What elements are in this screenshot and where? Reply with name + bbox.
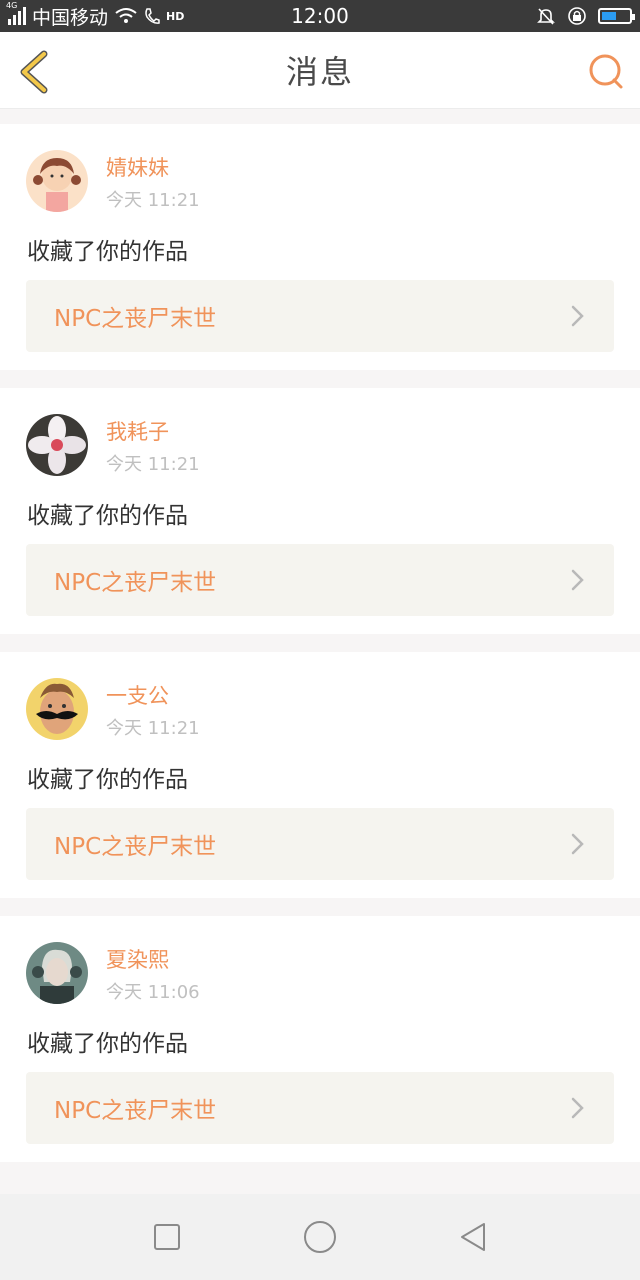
status-bar: 4G 中国移动 HD 12:00 xyxy=(0,0,640,32)
work-link[interactable]: NPC之丧尸末世 xyxy=(26,1072,614,1144)
action-text: 收藏了你的作品 xyxy=(27,767,188,793)
username[interactable]: 婧妹妹 xyxy=(106,152,169,182)
work-title: NPC之丧尸末世 xyxy=(54,306,217,332)
timestamp: 今天 11:21 xyxy=(106,190,200,211)
hd-label: HD xyxy=(166,9,185,23)
system-nav-bar xyxy=(0,1194,640,1280)
username[interactable]: 一支公 xyxy=(106,680,169,710)
search-icon[interactable] xyxy=(586,52,626,92)
message-card: 我耗子 今天 11:21 收藏了你的作品 NPC之丧尸末世 xyxy=(0,388,640,634)
chevron-right-icon xyxy=(571,833,584,855)
work-link[interactable]: NPC之丧尸末世 xyxy=(26,808,614,880)
back-button[interactable] xyxy=(453,1217,493,1257)
work-title: NPC之丧尸末世 xyxy=(54,570,217,596)
username[interactable]: 夏染熙 xyxy=(106,944,169,974)
work-link[interactable]: NPC之丧尸末世 xyxy=(26,280,614,352)
status-right xyxy=(372,5,635,27)
action-text: 收藏了你的作品 xyxy=(27,239,188,265)
page-title: 消息 xyxy=(285,53,354,91)
status-left: 4G 中国移动 HD xyxy=(6,1,268,30)
chevron-right-icon xyxy=(571,1097,584,1119)
username[interactable]: 我耗子 xyxy=(106,416,169,446)
status-time: 12:00 xyxy=(291,4,349,28)
network-tag: 4G xyxy=(6,1,18,10)
signal-icon: 4G xyxy=(6,1,26,25)
recent-apps-button[interactable] xyxy=(147,1217,187,1257)
avatar[interactable] xyxy=(26,150,88,212)
triangle-back-icon xyxy=(461,1223,486,1251)
silent-bell-icon xyxy=(537,8,555,25)
battery-icon xyxy=(598,8,635,24)
chevron-right-icon xyxy=(571,305,584,327)
chevron-left-icon[interactable] xyxy=(14,50,54,94)
carrier-label: 中国移动 xyxy=(32,6,109,29)
work-title: NPC之丧尸末世 xyxy=(54,834,217,860)
home-button[interactable] xyxy=(300,1217,340,1257)
message-card: 夏染熙 今天 11:06 收藏了你的作品 NPC之丧尸末世 xyxy=(0,916,640,1162)
avatar[interactable] xyxy=(26,942,88,1004)
message-card: 一支公 今天 11:21 收藏了你的作品 NPC之丧尸末世 xyxy=(0,652,640,898)
avatar[interactable] xyxy=(26,678,88,740)
square-icon xyxy=(153,1224,180,1250)
avatar[interactable] xyxy=(26,414,88,476)
rotation-lock-icon xyxy=(568,7,586,25)
work-title: NPC之丧尸末世 xyxy=(54,1098,217,1124)
message-card: 婧妹妹 今天 11:21 收藏了你的作品 NPC之丧尸末世 xyxy=(0,124,640,370)
app-header: 消息 xyxy=(0,32,640,109)
timestamp: 今天 11:21 xyxy=(106,454,200,475)
wifi-icon xyxy=(115,8,137,23)
timestamp: 今天 11:21 xyxy=(106,718,200,739)
call-icon xyxy=(145,8,160,24)
battery-fill xyxy=(602,12,617,20)
timestamp: 今天 11:06 xyxy=(106,982,200,1003)
message-list: 婧妹妹 今天 11:21 收藏了你的作品 NPC之丧尸末世 我耗子 今天 11:… xyxy=(0,124,640,1180)
circle-icon xyxy=(303,1221,336,1253)
work-link[interactable]: NPC之丧尸末世 xyxy=(26,544,614,616)
action-text: 收藏了你的作品 xyxy=(27,1031,188,1057)
action-text: 收藏了你的作品 xyxy=(27,503,188,529)
chevron-right-icon xyxy=(571,569,584,591)
